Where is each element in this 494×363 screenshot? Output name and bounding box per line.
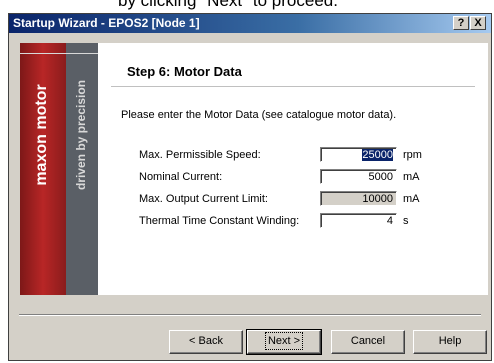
instruction-text: Please enter the Motor Data (see catalog… xyxy=(121,109,397,121)
nominal-current-label: Nominal Current: xyxy=(139,171,223,183)
thermal-time-constant-unit: s xyxy=(403,215,409,227)
next-button-label: Next > xyxy=(264,332,304,350)
brand-name: maxon motor xyxy=(33,84,50,186)
back-button-label: < Back xyxy=(189,335,223,347)
max-speed-input[interactable]: 25000 xyxy=(320,147,397,162)
thermal-time-constant-label: Thermal Time Constant Winding: xyxy=(139,215,300,227)
help-button[interactable]: Help xyxy=(413,330,487,354)
output-current-limit-label: Max. Output Current Limit: xyxy=(139,193,268,205)
max-speed-unit: rpm xyxy=(403,149,422,161)
back-button[interactable]: < Back xyxy=(169,330,243,354)
max-speed-label: Max. Permissible Speed: xyxy=(139,149,261,161)
cancel-button-label: Cancel xyxy=(350,335,386,347)
close-title-button[interactable]: X xyxy=(470,16,486,30)
output-current-limit-field: 10000 xyxy=(320,191,397,206)
help-button-label: Help xyxy=(438,335,462,347)
nominal-current-unit: mA xyxy=(403,171,420,183)
brand-tagline: driven by precision xyxy=(74,79,88,191)
nominal-current-input[interactable]: 5000 xyxy=(320,169,397,184)
output-current-limit-value: 10000 xyxy=(362,193,393,205)
title-bar[interactable]: Startup Wizard - EPOS2 [Node 1] ? X xyxy=(9,14,491,33)
nominal-current-value: 5000 xyxy=(368,171,393,183)
window-title: Startup Wizard - EPOS2 [Node 1] xyxy=(13,16,200,30)
cancel-button[interactable]: Cancel xyxy=(331,330,405,354)
thermal-time-constant-input[interactable]: 4 xyxy=(320,213,397,228)
wizard-content: Step 6: Motor Data Please enter the Moto… xyxy=(98,43,488,295)
footer-divider-light xyxy=(19,315,481,316)
help-title-button[interactable]: ? xyxy=(453,16,469,30)
thermal-time-constant-value: 4 xyxy=(386,215,393,227)
step-title: Step 6: Motor Data xyxy=(127,64,242,79)
max-speed-value: 25000 xyxy=(362,149,393,161)
header-divider xyxy=(111,86,475,87)
background-caption-text: by clicking "Next" to proceed. xyxy=(118,0,338,10)
background-caption: by clicking "Next" to proceed. xyxy=(0,0,494,14)
next-button[interactable]: Next > xyxy=(246,329,322,355)
brand-banner: maxon motor driven by precision xyxy=(20,43,98,295)
brand-highlight-line xyxy=(20,53,98,54)
startup-wizard-dialog: Startup Wizard - EPOS2 [Node 1] ? X maxo… xyxy=(8,13,492,361)
output-current-limit-unit: mA xyxy=(403,193,420,205)
